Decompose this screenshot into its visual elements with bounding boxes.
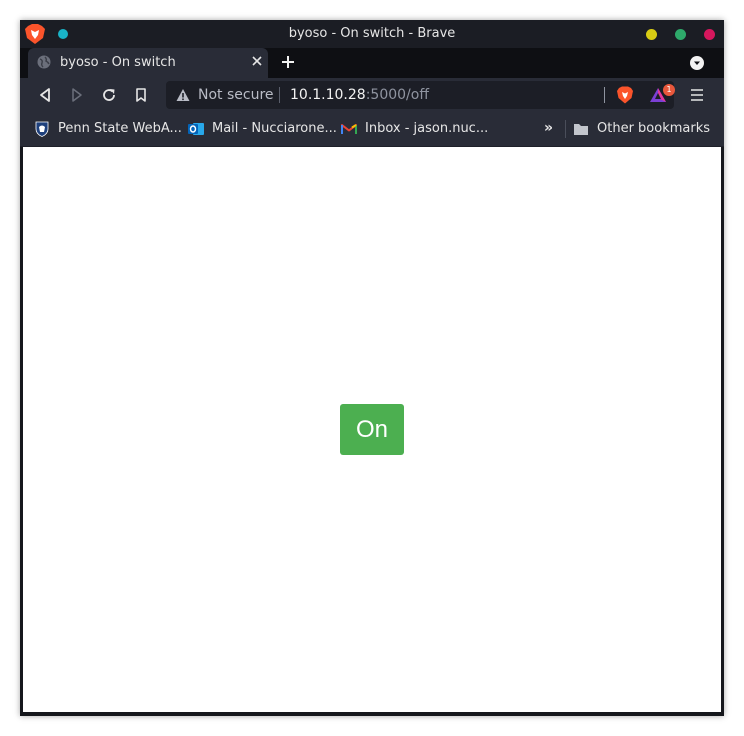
folder-icon <box>574 124 588 135</box>
tab-close-icon[interactable] <box>250 54 264 68</box>
globe-icon <box>37 55 51 69</box>
tab-title: byoso - On switch <box>60 55 176 70</box>
page-content: On <box>23 147 721 712</box>
menu-icon[interactable] <box>690 87 704 103</box>
bookmark-label: Inbox - jason.nuc... <box>365 121 489 136</box>
back-icon[interactable] <box>37 87 53 103</box>
rewards-badge: 1 <box>663 84 675 96</box>
gmail-icon <box>341 124 357 134</box>
address-divider <box>279 87 280 103</box>
browser-window: byoso - On switch - Brave byoso - On swi… <box>20 20 724 716</box>
bookmark-label: Other bookmarks <box>597 121 711 136</box>
address-bar[interactable]: Not secure 10.1.10.28:5000/off 1 <box>166 81 675 109</box>
reload-icon[interactable] <box>101 87 117 103</box>
url-path: :5000/off <box>365 87 429 103</box>
close-window-button[interactable] <box>704 29 715 40</box>
forward-icon[interactable] <box>69 87 85 103</box>
brave-shields-icon[interactable] <box>616 86 634 104</box>
url-text[interactable]: 10.1.10.28:5000/off <box>290 87 429 103</box>
penn-state-shield-icon <box>35 121 49 137</box>
bookmark-label: Mail - Nucciarone... <box>212 121 337 136</box>
url-host: 10.1.10.28 <box>290 87 366 103</box>
tab-search-icon[interactable] <box>690 56 704 70</box>
new-tab-icon[interactable] <box>280 54 296 70</box>
more-bookmarks-button[interactable]: » <box>544 120 553 136</box>
security-label[interactable]: Not secure <box>198 87 274 103</box>
window-title: byoso - On switch - Brave <box>288 26 456 41</box>
title-bar: byoso - On switch - Brave <box>20 20 724 48</box>
tab-strip: byoso - On switch <box>20 48 724 78</box>
bookmark-icon[interactable] <box>133 87 149 103</box>
outlook-icon <box>188 123 204 135</box>
tab-byoso[interactable]: byoso - On switch <box>28 48 268 78</box>
address-divider-right <box>604 87 605 103</box>
bookmarks-bar: Penn State WebA... Mail - Nucciarone... … <box>20 112 724 147</box>
on-button[interactable]: On <box>340 404 404 455</box>
navigation-toolbar: Not secure 10.1.10.28:5000/off 1 <box>20 78 724 112</box>
bookmarks-divider <box>565 120 566 138</box>
maximize-button[interactable] <box>675 29 686 40</box>
warning-icon[interactable] <box>176 88 190 102</box>
minimize-button[interactable] <box>646 29 657 40</box>
bookmark-label: Penn State WebA... <box>58 121 182 136</box>
